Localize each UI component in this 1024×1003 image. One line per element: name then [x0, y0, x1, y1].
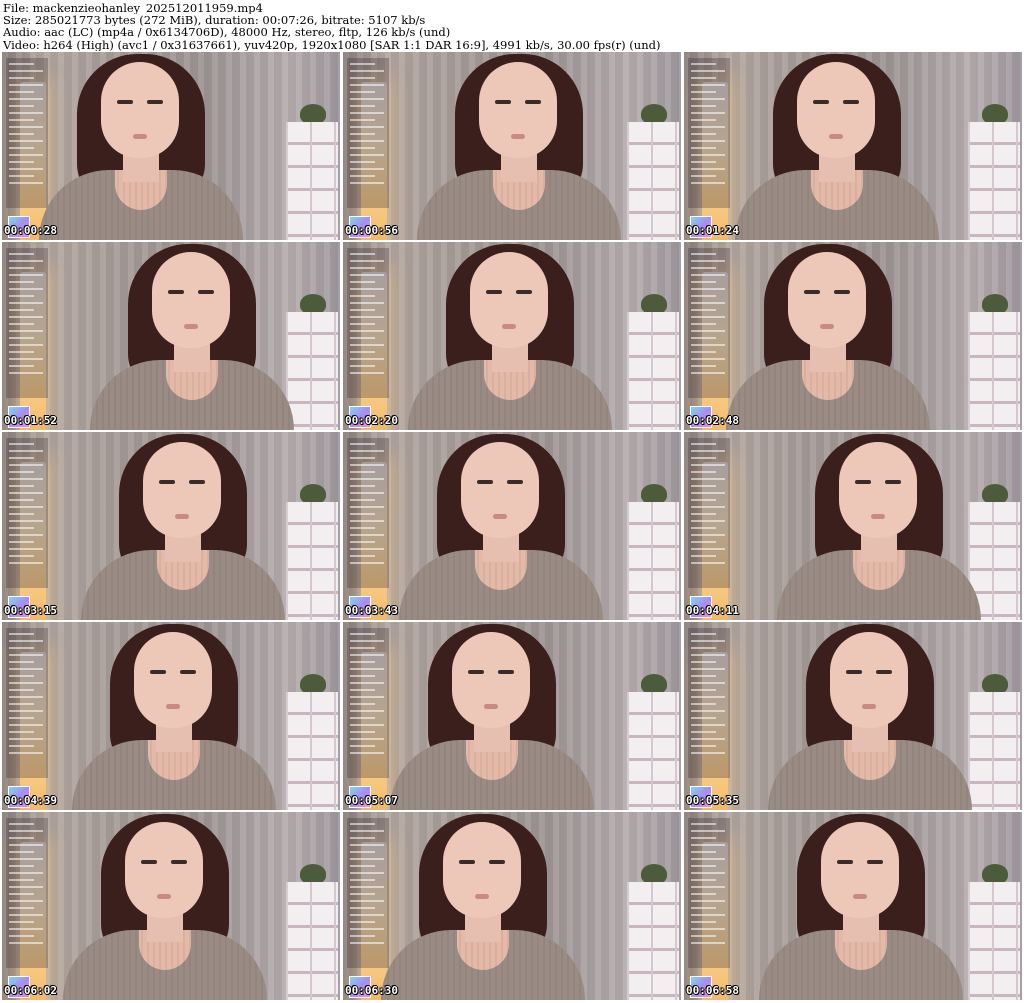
person-figure — [31, 52, 251, 240]
video-frame-thumbnail: 00:00:56 — [343, 52, 681, 240]
timestamp-label: 00:01:24 — [686, 224, 739, 237]
plant — [300, 104, 326, 124]
stream-overlay-panel — [347, 58, 389, 208]
file-name-line: File: mackenzieohanley_202512011959.mp4 — [3, 2, 263, 15]
video-frame-thumbnail: 00:06:58 — [684, 812, 1022, 1000]
shelf-unit — [627, 502, 679, 620]
person-figure — [400, 242, 620, 430]
video-frame-thumbnail: 00:03:43 — [343, 432, 681, 620]
video-frame-thumbnail: 00:02:20 — [343, 242, 681, 430]
video-frame-thumbnail: 00:01:52 — [2, 242, 340, 430]
file-size-line: Size: 285021773 bytes (272 MiB), duratio… — [3, 14, 426, 27]
timestamp-label: 00:05:07 — [345, 794, 398, 807]
video-frame-thumbnail: 00:03:15 — [2, 432, 340, 620]
stream-overlay-panel — [688, 628, 730, 778]
shelf-unit — [627, 122, 679, 240]
person-figure — [727, 52, 947, 240]
timestamp-label: 00:01:52 — [4, 414, 57, 427]
person-figure — [73, 432, 293, 620]
timestamp-label: 00:06:02 — [4, 984, 57, 997]
video-frame-thumbnail: 00:00:28 — [2, 52, 340, 240]
shelf-unit — [627, 882, 679, 1000]
person-figure — [751, 812, 971, 1000]
video-info-line: Video: h264 (High) (avc1 / 0x31637661), … — [3, 38, 661, 51]
plant — [982, 674, 1008, 694]
shelf-unit — [286, 122, 338, 240]
person-figure — [718, 242, 938, 430]
person-figure — [82, 242, 302, 430]
person-figure — [64, 622, 284, 810]
video-frame-thumbnail: 00:01:24 — [684, 52, 1022, 240]
contact-sheet: File: mackenzieohanley_202512011959.mp4 … — [0, 0, 1024, 1003]
video-frame-thumbnail: 00:05:07 — [343, 622, 681, 810]
shelf-unit — [627, 312, 679, 430]
timestamp-label: 00:03:43 — [345, 604, 398, 617]
video-frame-thumbnail: 00:05:35 — [684, 622, 1022, 810]
media-info-header: File: mackenzieohanley_202512011959.mp4 … — [3, 2, 1021, 51]
timestamp-label: 00:04:11 — [686, 604, 739, 617]
stream-overlay-panel — [6, 248, 48, 398]
timestamp-label: 00:00:56 — [345, 224, 398, 237]
timestamp-label: 00:06:30 — [345, 984, 398, 997]
shelf-unit — [968, 312, 1020, 430]
stream-overlay-panel — [688, 58, 730, 208]
plant — [300, 294, 326, 314]
plant — [641, 104, 667, 124]
timestamp-label: 00:06:58 — [686, 984, 739, 997]
plant — [641, 484, 667, 504]
stream-overlay-panel — [6, 628, 48, 778]
timestamp-label: 00:02:48 — [686, 414, 739, 427]
shelf-unit — [286, 502, 338, 620]
plant — [641, 294, 667, 314]
plant — [982, 104, 1008, 124]
person-figure — [409, 52, 629, 240]
video-frame-thumbnail: 00:06:02 — [2, 812, 340, 1000]
shelf-unit — [627, 692, 679, 810]
stream-overlay-panel — [688, 818, 730, 968]
thumbnail-grid: 00:00:28 00:00:56 00:01:24 00:01:52 00:02:20… — [2, 52, 1022, 1002]
person-figure — [391, 432, 611, 620]
audio-info-line: Audio: aac (LC) (mp4a / 0x6134706D), 480… — [3, 26, 451, 39]
video-frame-thumbnail: 00:02:48 — [684, 242, 1022, 430]
plant — [982, 864, 1008, 884]
timestamp-label: 00:02:20 — [345, 414, 398, 427]
stream-overlay-panel — [347, 248, 389, 398]
shelf-unit — [286, 692, 338, 810]
shelf-unit — [968, 882, 1020, 1000]
person-figure — [760, 622, 980, 810]
plant — [982, 294, 1008, 314]
plant — [641, 864, 667, 884]
plant — [300, 674, 326, 694]
timestamp-label: 00:03:15 — [4, 604, 57, 617]
shelf-unit — [286, 882, 338, 1000]
video-frame-thumbnail: 00:06:30 — [343, 812, 681, 1000]
stream-overlay-panel — [6, 818, 48, 968]
shelf-unit — [968, 122, 1020, 240]
timestamp-label: 00:04:39 — [4, 794, 57, 807]
person-figure — [55, 812, 275, 1000]
video-frame-thumbnail: 00:04:11 — [684, 432, 1022, 620]
plant — [641, 674, 667, 694]
plant — [300, 484, 326, 504]
person-figure — [769, 432, 989, 620]
timestamp-label: 00:05:35 — [686, 794, 739, 807]
timestamp-label: 00:00:28 — [4, 224, 57, 237]
person-figure — [382, 622, 602, 810]
person-figure — [373, 812, 593, 1000]
stream-overlay-panel — [688, 438, 730, 588]
plant — [300, 864, 326, 884]
video-frame-thumbnail: 00:04:39 — [2, 622, 340, 810]
stream-overlay-panel — [347, 438, 389, 588]
stream-overlay-panel — [6, 438, 48, 588]
